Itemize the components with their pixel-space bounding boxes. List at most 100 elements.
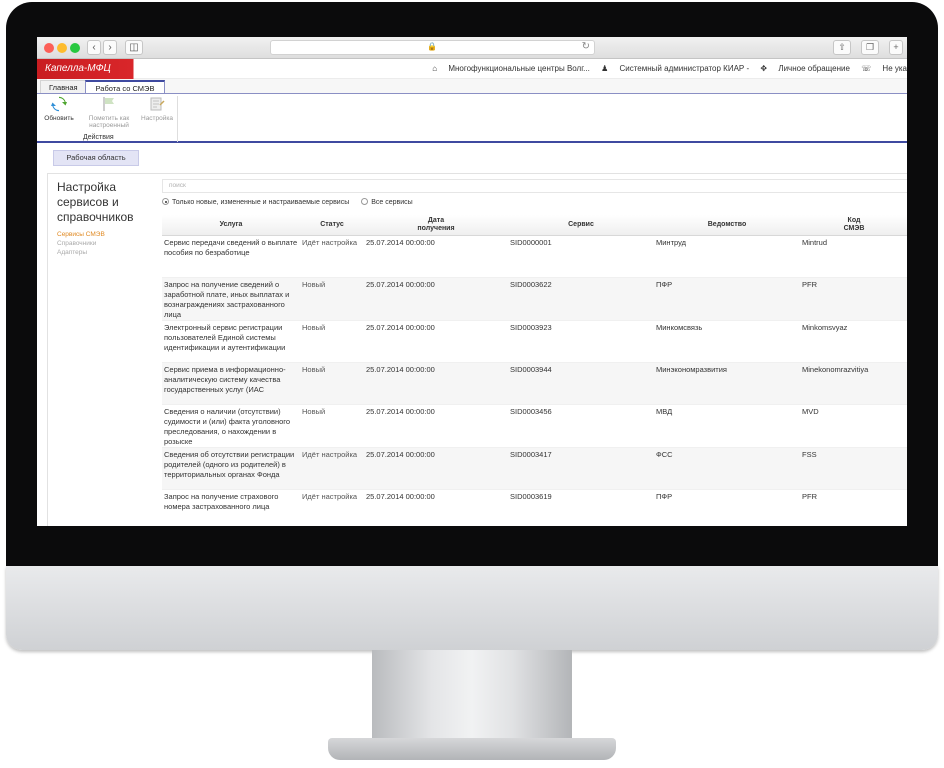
cell-smev-code: MVD	[800, 404, 907, 448]
brand-name: Капелла-МФЦ	[45, 63, 111, 74]
topnav-org[interactable]: ⌂ Многофункциональные центры Волг...	[432, 64, 590, 73]
browser-toolbar: ‹ › ◫ 🔒 ↻ ⇧ ❐ +	[37, 37, 907, 59]
sidebar-toggle-icon[interactable]: ◫	[125, 40, 143, 55]
table-row[interactable]: Сервис приема в информационно-аналитичес…	[162, 362, 907, 405]
link-smev-services[interactable]: Сервисы СМЭВ	[57, 231, 157, 239]
filter-new-only-label: Только новые, измененные и настраиваемые…	[172, 199, 350, 206]
cell-status: Идёт настройка	[300, 489, 364, 526]
workspace-button[interactable]: Рабочая область	[53, 150, 139, 166]
cell-smev-code: PFR	[800, 277, 907, 321]
imac-mockup: ‹ › ◫ 🔒 ↻ ⇧ ❐ + Капелла-МФЦ ⌂ Многофункц…	[0, 0, 944, 768]
settings-button[interactable]: Настройка	[137, 96, 177, 122]
cell-smev-code: PFR	[800, 489, 907, 526]
topnav-user[interactable]: ♟ Системный администратор КИАР -	[601, 64, 749, 73]
close-window-button[interactable]	[44, 43, 54, 53]
cell-date: 25.07.2014 00:00:00	[364, 404, 508, 448]
cell-service-name: Сервис передачи сведений о выплате пособ…	[162, 235, 300, 278]
column-header-status[interactable]: Статус	[300, 215, 364, 236]
refresh-label: Обновить	[44, 115, 74, 122]
cell-status: Новый	[300, 404, 364, 448]
cell-service-name: Сервис приема в информационно-аналитичес…	[162, 362, 300, 405]
search-input[interactable]: поиск	[162, 179, 907, 193]
cell-status: Новый	[300, 277, 364, 321]
cell-smev-code: FSS	[800, 447, 907, 490]
reload-icon[interactable]: ↻	[582, 41, 590, 52]
tab-home[interactable]: Главная	[40, 80, 87, 94]
cell-status: Идёт настройка	[300, 235, 364, 278]
minimize-window-button[interactable]	[57, 43, 67, 53]
cell-service-id: SID0003417	[508, 447, 654, 490]
filter-radio-group: Только новые, измененные и настраиваемые…	[162, 198, 413, 206]
monitor-foot	[328, 738, 616, 760]
column-header-date-label: Дата получения	[417, 216, 455, 232]
column-header-agency[interactable]: Ведомство	[654, 215, 800, 236]
filter-new-only[interactable]: Только новые, измененные и настраиваемые…	[162, 198, 350, 206]
cell-date: 25.07.2014 00:00:00	[364, 320, 508, 363]
ribbon-divider	[177, 96, 178, 142]
topnav-org-label: Многофункциональные центры Волг...	[448, 64, 590, 73]
new-tab-icon[interactable]: +	[889, 40, 903, 55]
address-bar[interactable]: 🔒 ↻	[270, 40, 595, 55]
cell-smev-code: Mintrud	[800, 235, 907, 278]
cell-service-name: Запрос на получение сведений о заработно…	[162, 277, 300, 321]
panel-title: Настройка сервисов и справочников	[57, 180, 134, 224]
left-panel: Настройка сервисов и справочников Сервис…	[57, 180, 157, 257]
ribbon-tabs: Главная Работа со СМЭВ	[37, 79, 907, 94]
cell-agency: Минкомсвязь	[654, 320, 800, 363]
forward-button[interactable]: ›	[103, 40, 117, 55]
topnav-mode[interactable]: ✥ Личное обращение	[760, 64, 850, 73]
topnav-phone[interactable]: ☏ Не ука	[861, 64, 907, 73]
column-header-smev-code[interactable]: Код СМЭВ	[800, 215, 907, 236]
services-table: Услуга Статус Дата получения Сервис Ведо…	[162, 215, 907, 526]
back-button[interactable]: ‹	[87, 40, 101, 55]
zoom-window-button[interactable]	[70, 43, 80, 53]
cell-smev-code: Minkomsvyaz	[800, 320, 907, 363]
tab-smev[interactable]: Работа со СМЭВ	[85, 80, 165, 94]
cell-service-name: Запрос на получение страхового номера за…	[162, 489, 300, 526]
app-header: Капелла-МФЦ ⌂ Многофункциональные центры…	[37, 59, 907, 79]
filter-all[interactable]: Все сервисы	[361, 198, 413, 206]
cell-service-id: SID0003923	[508, 320, 654, 363]
cell-service-name: Электронный сервис регистрации пользоват…	[162, 320, 300, 363]
refresh-button[interactable]: Обновить	[39, 96, 79, 122]
cell-service-id: SID0003619	[508, 489, 654, 526]
mark-configured-label: Пометить как настроенный	[88, 115, 130, 129]
ribbon: Обновить Пометить как настроенный Настро…	[37, 93, 907, 143]
refresh-icon	[51, 96, 67, 112]
table-row[interactable]: Сведения о наличии (отсутствии) судимост…	[162, 404, 907, 448]
settings-label: Настройка	[141, 115, 173, 122]
filter-all-label: Все сервисы	[371, 199, 413, 206]
column-header-service[interactable]: Сервис	[508, 215, 654, 236]
cell-date: 25.07.2014 00:00:00	[364, 447, 508, 490]
cell-service-id: SID0000001	[508, 235, 654, 278]
cell-smev-code: Minekonomrazvitiya	[800, 362, 907, 405]
tabs-icon[interactable]: ❐	[861, 40, 879, 55]
topnav-mode-label: Личное обращение	[778, 64, 850, 73]
link-adapters[interactable]: Адаптеры	[57, 249, 157, 257]
table-row[interactable]: Сервис передачи сведений о выплате пособ…	[162, 235, 907, 278]
top-navigation: ⌂ Многофункциональные центры Волг... ♟ С…	[423, 64, 907, 73]
cell-date: 25.07.2014 00:00:00	[364, 235, 508, 278]
cell-date: 25.07.2014 00:00:00	[364, 277, 508, 321]
cell-service-id: SID0003622	[508, 277, 654, 321]
radio-selected-icon	[162, 198, 169, 205]
topnav-user-label: Системный администратор КИАР -	[619, 64, 750, 73]
table-row[interactable]: Сведения об отсутствии регистрации родит…	[162, 447, 907, 490]
mark-configured-button[interactable]: Пометить как настроенный	[83, 96, 135, 129]
brand-logo[interactable]: Капелла-МФЦ	[37, 59, 161, 79]
share-icon[interactable]: ⇧	[833, 40, 851, 55]
column-header-service-name[interactable]: Услуга	[162, 215, 300, 236]
lock-icon: 🔒	[427, 42, 437, 51]
table-row[interactable]: Запрос на получение страхового номера за…	[162, 489, 907, 526]
link-directories[interactable]: Справочники	[57, 240, 157, 248]
flag-icon	[101, 96, 117, 112]
table-row[interactable]: Электронный сервис регистрации пользоват…	[162, 320, 907, 363]
cell-agency: ФСС	[654, 447, 800, 490]
column-header-date[interactable]: Дата получения	[364, 215, 508, 236]
monitor-stand	[372, 650, 572, 742]
cell-agency: Минтруд	[654, 235, 800, 278]
table-row[interactable]: Запрос на получение сведений о заработно…	[162, 277, 907, 321]
cell-service-id: SID0003456	[508, 404, 654, 448]
cell-agency: Минэкономразвития	[654, 362, 800, 405]
radio-empty-icon	[361, 198, 369, 205]
